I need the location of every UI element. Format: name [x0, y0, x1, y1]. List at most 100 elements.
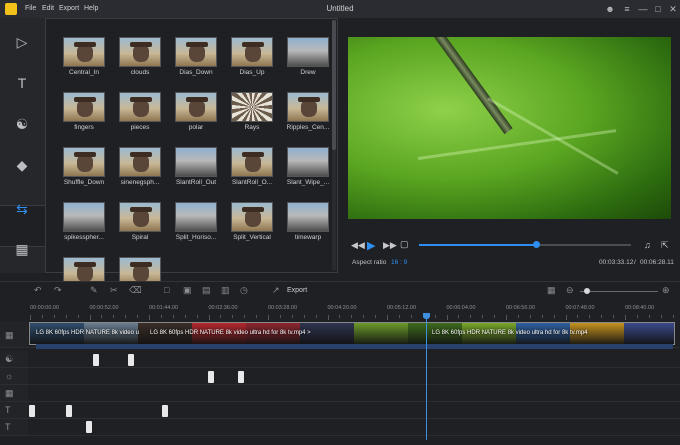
fullscreen-icon[interactable]: ⇱	[661, 240, 669, 251]
ruler-tick	[636, 315, 638, 318]
transition-item[interactable]: clouds	[113, 37, 167, 76]
transition-item[interactable]: Dias_Up	[225, 37, 279, 76]
fit-timeline-icon[interactable]: ▦	[547, 285, 556, 296]
filter-clip[interactable]	[238, 371, 244, 383]
transition-item[interactable]: Ripples_Cen...	[281, 92, 335, 131]
speed-icon[interactable]: ▥	[221, 285, 230, 296]
ruler-tick	[89, 315, 91, 320]
transition-library: Central_In clouds Dias_Down Dias_Up Drew fing…	[45, 18, 338, 287]
transition-label: spikesspher...	[64, 234, 104, 241]
stop-icon[interactable]: ▢	[400, 239, 409, 250]
transition-item[interactable]: spikesspher...	[57, 202, 111, 241]
timer-icon[interactable]: ◷	[240, 285, 248, 296]
hat-shape	[242, 152, 264, 157]
zoom-slider-track[interactable]	[580, 291, 658, 292]
dog-shape	[301, 100, 317, 117]
zoom-slider-knob[interactable]	[583, 288, 590, 294]
playhead[interactable]	[426, 315, 427, 440]
text-icon[interactable]: T	[10, 72, 34, 94]
transition-icon[interactable]: ⇆	[10, 198, 34, 220]
library-scrollbar-thumb[interactable]	[332, 20, 336, 150]
ruler-tick	[375, 315, 377, 318]
hat-shape	[130, 97, 152, 102]
ruler-tick	[660, 315, 662, 318]
menu-icon[interactable]: ≡	[620, 2, 634, 16]
transition-item[interactable]: SlantRoll_Out	[169, 147, 223, 186]
transition-item[interactable]: Central_In	[57, 37, 111, 76]
prev-frame-icon[interactable]: ◀◀	[351, 240, 365, 251]
transition-item[interactable]: Rays	[225, 92, 279, 131]
playback-progress[interactable]	[419, 241, 631, 248]
zoom-in-icon[interactable]: ⊕	[662, 285, 670, 296]
transition-item[interactable]: Spiral	[113, 202, 167, 241]
filter-track: ☼	[0, 368, 680, 385]
pen-icon[interactable]: ✎	[90, 285, 98, 296]
video-clip-strip[interactable]: LG 8K 60fps HDR NATURE 8k video u LG 8K 6…	[29, 322, 675, 345]
zoom-out-icon[interactable]: ⊖	[566, 285, 574, 296]
overlay-clip[interactable]	[93, 354, 99, 366]
ruler-tick	[125, 315, 127, 318]
filter-icon[interactable]: ☯	[10, 113, 34, 135]
freeze-icon[interactable]: ▣	[183, 285, 192, 296]
overlay-clip[interactable]	[128, 354, 134, 366]
transition-label: SlantRoll_O...	[231, 179, 273, 186]
minimize-icon[interactable]: —	[636, 2, 650, 16]
text-clip[interactable]	[66, 405, 72, 417]
playback-progress-knob[interactable]	[532, 241, 540, 248]
transition-item[interactable]: SlantRoll_O...	[225, 147, 279, 186]
transition-item[interactable]: timewarp	[281, 202, 335, 241]
aspect-ratio-value[interactable]: 16 : 9	[391, 259, 407, 266]
transition-thumbnail	[287, 147, 329, 177]
maximize-icon[interactable]: □	[651, 2, 665, 16]
video-preview	[348, 37, 671, 219]
transition-item[interactable]: Drew	[281, 37, 335, 76]
subtitle-clip[interactable]	[86, 421, 92, 433]
volume-icon[interactable]: ♫	[644, 240, 651, 250]
text-clip[interactable]	[29, 405, 35, 417]
text-clip[interactable]	[162, 405, 168, 417]
transition-item[interactable]: Split_Horiso...	[169, 202, 223, 241]
undo-icon[interactable]: ↶	[34, 285, 42, 296]
user-icon[interactable]: ☻	[603, 2, 617, 16]
export-icon[interactable]: ↗	[272, 285, 280, 296]
cut-icon[interactable]: ✂	[110, 285, 118, 296]
duration-icon[interactable]: ▤	[202, 285, 211, 296]
transition-thumbnail	[119, 37, 161, 67]
transition-item[interactable]: Split_Vertical	[225, 202, 279, 241]
transition-item[interactable]: pieces	[113, 92, 167, 131]
transition-item[interactable]: Shuffle_Down	[57, 147, 111, 186]
crop-icon[interactable]: □	[164, 285, 169, 295]
ruler-tick	[220, 315, 222, 318]
audio-track-bar[interactable]	[36, 344, 673, 349]
transition-item[interactable]: Slant_Wipe_...	[281, 147, 335, 186]
transition-label: Shuffle_Down	[63, 179, 105, 186]
overlay-icon[interactable]: ◆	[10, 154, 34, 176]
transition-label: timewarp	[294, 234, 322, 241]
transition-label: fingers	[74, 124, 94, 131]
ruler-label: 00:06:04.00	[446, 305, 476, 311]
video-clip-label: LG 8K 60fps HDR NATURE 8k video ultra hd…	[432, 330, 588, 336]
transition-item[interactable]: fingers	[57, 92, 111, 131]
leaf-vein	[487, 97, 619, 175]
transition-item[interactable]: Dias_Down	[169, 37, 223, 76]
redo-icon[interactable]: ↷	[54, 285, 62, 296]
ruler-tick	[256, 315, 258, 318]
timeline-ruler[interactable]: 00:00:00.00 00:00:52.00 00:01:44.00 00:02:3…	[28, 305, 680, 320]
transition-item[interactable]: polar	[169, 92, 223, 131]
transition-item[interactable]: sinenegsph...	[113, 147, 167, 186]
dog-shape	[133, 155, 149, 172]
filter-clip[interactable]	[208, 371, 214, 383]
play-icon[interactable]: ▶	[367, 239, 375, 252]
delete-icon[interactable]: ⌫	[129, 285, 142, 296]
close-icon[interactable]: ✕	[666, 2, 680, 16]
next-frame-icon[interactable]: ▶▶	[383, 240, 397, 251]
dog-shape	[77, 45, 93, 62]
media-icon[interactable]: ▷	[10, 31, 34, 53]
ruler-label: 00:00:00.00	[30, 305, 60, 311]
overlay-track: ☯	[0, 351, 680, 368]
subtitle-track-icon: T	[5, 422, 11, 432]
export-button[interactable]: Export	[287, 287, 307, 294]
playhead-handle[interactable]	[423, 313, 430, 319]
element-icon[interactable]: ▦	[10, 238, 34, 260]
transition-label: Slant_Wipe_...	[286, 179, 330, 186]
